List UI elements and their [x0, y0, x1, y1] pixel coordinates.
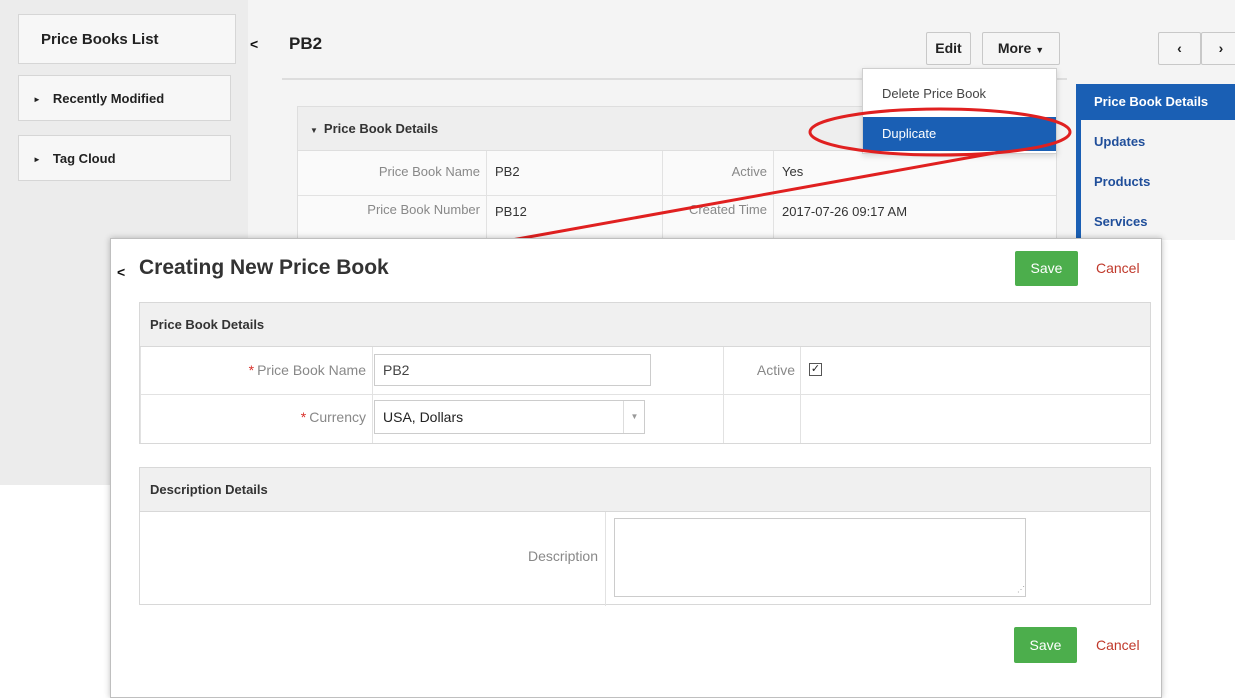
field-value: PB2 [495, 164, 520, 179]
related-list: Price Book Details Updates Products Serv… [1076, 84, 1235, 244]
field-value: Yes [782, 164, 804, 179]
collapse-triangle-icon: ▼ [310, 126, 318, 135]
column-divider [800, 347, 801, 443]
sidebar-item-tag-cloud[interactable]: ► Tag Cloud [18, 135, 231, 181]
more-dropdown-menu: Delete Price Book Duplicate [862, 68, 1057, 154]
column-divider [773, 151, 774, 247]
section-header: Description Details [140, 468, 1150, 512]
required-marker: * [300, 409, 307, 425]
active-label: Active [756, 362, 795, 378]
related-item-products[interactable]: Products [1076, 164, 1235, 200]
field-label-text: Price Book Name [257, 362, 366, 378]
details-section-title: Price Book Details [323, 121, 439, 136]
next-record-button[interactable]: › [1201, 32, 1235, 65]
active-checkbox[interactable]: ✓ [809, 363, 822, 376]
back-icon[interactable]: < [117, 264, 125, 280]
column-divider [486, 151, 487, 247]
field-value: PB12 [495, 204, 527, 219]
currency-label: * Currency [140, 409, 366, 425]
section-header: Price Book Details [140, 303, 1150, 347]
menu-item-delete-price-book[interactable]: Delete Price Book [863, 81, 1056, 107]
expand-triangle-icon: ► [33, 95, 41, 104]
row-divider [140, 394, 1150, 395]
sidebar-title[interactable]: Price Books List [18, 14, 236, 64]
resize-handle-icon[interactable]: ⋰ [1017, 585, 1025, 594]
sidebar-item-label: Recently Modified [52, 91, 165, 106]
field-value: 2017-07-26 09:17 AM [782, 204, 908, 219]
cancel-button-bottom[interactable]: Cancel [1096, 637, 1140, 653]
column-divider [605, 512, 606, 606]
related-item-price-book-details[interactable]: Price Book Details [1076, 84, 1235, 120]
sidebar-item-label: Tag Cloud [52, 151, 116, 166]
expand-triangle-icon: ► [33, 155, 41, 164]
related-item-updates[interactable]: Updates [1076, 124, 1235, 160]
related-item-services[interactable]: Services [1076, 204, 1235, 240]
page-title: PB2 [289, 34, 323, 53]
field-label: Active [731, 164, 767, 179]
menu-item-duplicate[interactable]: Duplicate [863, 117, 1056, 151]
field-label: Price Book Number [367, 202, 480, 217]
save-button-bottom[interactable]: Save [1014, 627, 1077, 663]
more-button-label: More [997, 40, 1032, 56]
sidebar-title-label: Price Books List [41, 31, 159, 48]
price-book-details-section: Price Book Details * Price Book Name PB2 … [139, 302, 1151, 444]
caret-down-icon: ▼ [1035, 45, 1045, 55]
sidebar-item-recently-modified[interactable]: ► Recently Modified [18, 75, 231, 121]
previous-record-button[interactable]: ‹ [1158, 32, 1201, 65]
more-button[interactable]: More ▼ [982, 32, 1060, 65]
modal-title: Creating New Price Book [139, 256, 389, 279]
field-label-text: Currency [309, 409, 366, 425]
dropdown-arrow-icon[interactable]: ▼ [623, 401, 645, 433]
column-divider [372, 347, 373, 443]
cancel-button[interactable]: Cancel [1096, 260, 1140, 276]
currency-select[interactable]: USA, Dollars [374, 400, 645, 434]
price-book-name-label: * Price Book Name [140, 362, 366, 378]
row-divider [298, 195, 1056, 196]
description-details-section: Description Details Description ⋰ [139, 467, 1151, 606]
required-marker: * [248, 362, 255, 378]
create-price-book-modal: < Creating New Price Book Save Cancel Pr… [110, 238, 1162, 698]
collapse-sidebar-icon[interactable]: < [250, 36, 258, 52]
field-label: Price Book Name [378, 164, 480, 179]
description-textarea[interactable] [614, 518, 1026, 597]
field-label: Created Time [688, 202, 767, 217]
description-label: Description [527, 548, 598, 564]
price-book-name-input[interactable]: PB2 [374, 354, 651, 386]
save-button[interactable]: Save [1015, 251, 1078, 286]
edit-button[interactable]: Edit [926, 32, 971, 65]
